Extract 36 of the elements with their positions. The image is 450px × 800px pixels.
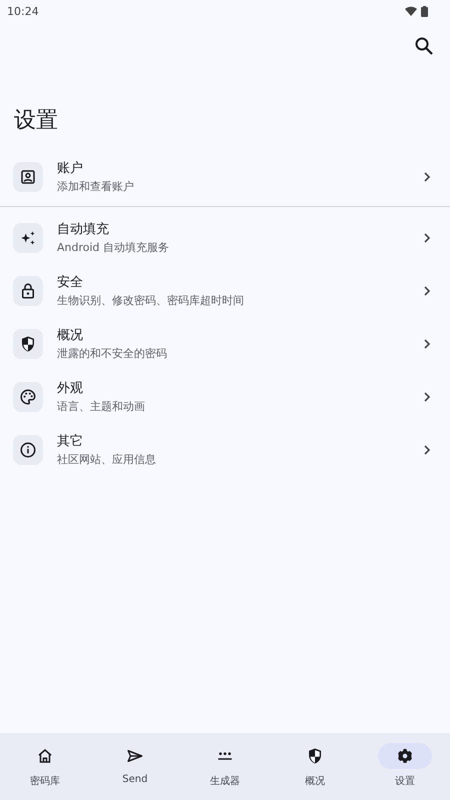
send-icon bbox=[126, 747, 144, 765]
settings-item[interactable]: 概况 泄露的和不安全的密码 bbox=[0, 317, 450, 370]
item-subtitle: 生物识别、修改密码、密码库超时时间 bbox=[57, 292, 245, 308]
nav-tab[interactable]: Send bbox=[100, 743, 170, 785]
item-subtitle: 添加和查看账户 bbox=[57, 178, 135, 194]
settings-icon bbox=[396, 747, 414, 765]
settings-item[interactable]: 自动填充 Android 自动填充服务 bbox=[0, 211, 450, 264]
item-subtitle: Android 自动填充服务 bbox=[57, 240, 170, 254]
shield-icon bbox=[306, 747, 324, 765]
settings-item[interactable]: 账户 添加和查看账户 bbox=[0, 150, 450, 203]
item-title: 外观 bbox=[57, 380, 84, 396]
settings-item[interactable]: 安全 生物识别、修改密码、密码库超时时间 bbox=[0, 264, 450, 317]
home-icon bbox=[36, 747, 54, 765]
settings-item[interactable]: 外观 语言、主题和动画 bbox=[0, 370, 450, 423]
item-title: 账户 bbox=[57, 160, 84, 176]
status-time: 10:24 bbox=[7, 4, 39, 18]
item-title: 自动填充 bbox=[57, 220, 110, 238]
nav-tab[interactable]: 密码库 bbox=[10, 743, 80, 788]
nav-tab[interactable]: 生成器 bbox=[190, 743, 260, 788]
item-title: 其它 bbox=[57, 432, 84, 450]
info-icon bbox=[19, 440, 37, 458]
shield-icon bbox=[19, 334, 37, 352]
lock-icon bbox=[19, 282, 37, 300]
item-title: 概况 bbox=[57, 326, 84, 344]
item-subtitle: 社区网站、应用信息 bbox=[57, 452, 157, 466]
battery-icon bbox=[421, 6, 428, 16]
item-title: 安全 bbox=[57, 274, 84, 290]
item-subtitle: 语言、主题和动画 bbox=[57, 398, 146, 414]
nav-tab[interactable]: 设置 bbox=[370, 743, 440, 788]
page-title: 设置 bbox=[14, 107, 59, 135]
palette-icon bbox=[19, 388, 37, 406]
person-card-icon bbox=[19, 168, 37, 186]
wifi-icon bbox=[405, 6, 417, 16]
settings-item[interactable]: 其它 社区网站、应用信息 bbox=[0, 423, 450, 476]
item-subtitle: 泄露的和不安全的密码 bbox=[57, 346, 168, 360]
nav-tab[interactable]: 概况 bbox=[280, 743, 350, 788]
